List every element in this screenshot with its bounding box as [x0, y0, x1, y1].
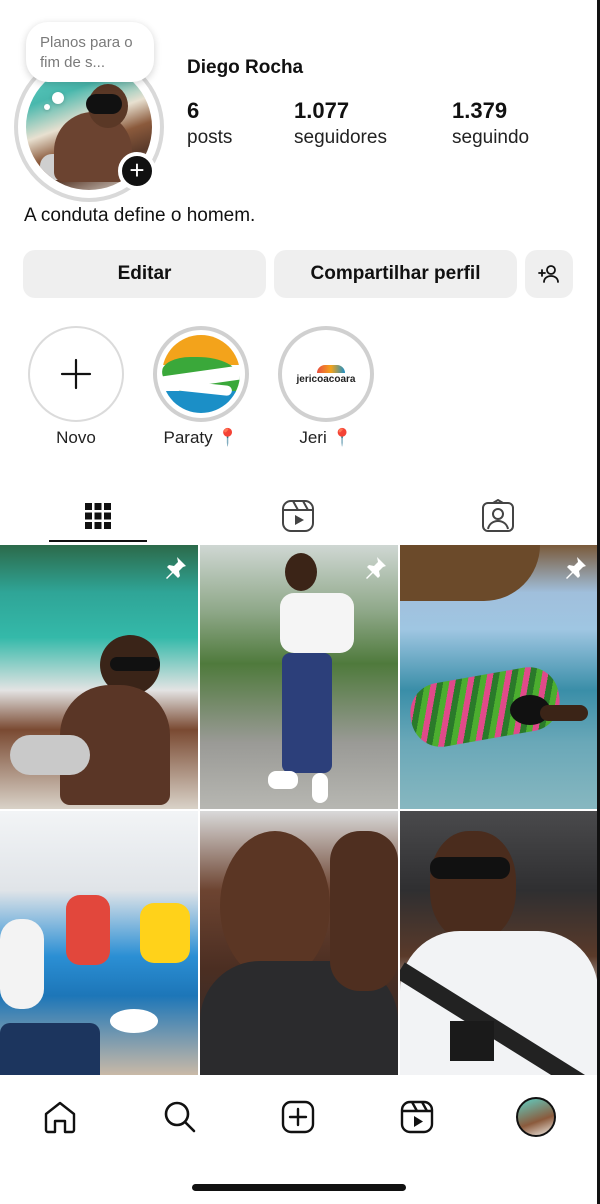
profile-header: + Planos para o fim de s... Diego Rocha … [0, 0, 600, 202]
tagged-icon [482, 499, 514, 532]
stat-followers[interactable]: 1.077 seguidores [294, 98, 387, 149]
tab-tagged[interactable] [449, 488, 547, 544]
pin-icon [166, 557, 186, 579]
followers-count: 1.077 [294, 98, 350, 123]
highlight-new[interactable]: Novo [26, 326, 126, 448]
plus-icon: + [129, 155, 145, 185]
reels-icon [282, 500, 314, 532]
nav-reels[interactable] [392, 1092, 442, 1142]
jeri-logo-text: jericoacoara [296, 373, 356, 385]
tab-reels[interactable] [249, 488, 347, 544]
post-thumbnail[interactable] [200, 811, 398, 1075]
profile-note[interactable]: Planos para o fim de s... [26, 22, 154, 82]
pin-icon [366, 557, 386, 579]
paraty-logo [162, 335, 240, 413]
posts-count: 6 [187, 98, 200, 123]
post-thumbnail[interactable] [400, 545, 598, 809]
reels-icon [400, 1100, 434, 1134]
following-count: 1.379 [452, 98, 508, 123]
nav-home[interactable] [35, 1092, 85, 1142]
post-thumbnail[interactable] [0, 545, 198, 809]
highlight-label: Jeri 📍 [299, 428, 353, 447]
post-thumbnail[interactable] [400, 811, 598, 1075]
discover-people-button[interactable] [525, 250, 573, 298]
bottom-navigation [0, 1078, 600, 1154]
highlight-label: Novo [56, 428, 96, 447]
add-person-icon [538, 265, 559, 283]
highlight-label: Paraty 📍 [163, 428, 239, 447]
note-bubble-tail [52, 92, 64, 104]
highlight-paraty[interactable]: Paraty 📍 [151, 326, 251, 448]
note-text: Planos para o fim de s... [40, 34, 133, 71]
stat-following[interactable]: 1.379 seguindo [452, 98, 529, 149]
highlight-paraty-ring [153, 326, 249, 422]
nav-profile[interactable] [511, 1092, 561, 1142]
nav-create[interactable] [273, 1092, 323, 1142]
nav-search[interactable] [155, 1092, 205, 1142]
post-thumbnail[interactable] [200, 545, 398, 809]
following-label: seguindo [452, 127, 530, 148]
active-tab-indicator [49, 540, 147, 542]
jericoacoara-logo: jericoacoara [287, 335, 365, 413]
pin-icon [566, 557, 586, 579]
search-icon [164, 1101, 196, 1133]
create-icon [281, 1100, 315, 1134]
post-thumbnail[interactable] [0, 811, 198, 1075]
profile-bio: A conduta define o homem. [24, 205, 256, 226]
plus-icon [60, 358, 92, 390]
stat-posts[interactable]: 6 posts [187, 98, 232, 149]
highlight-jeri[interactable]: jericoacoara Jeri 📍 [276, 326, 376, 448]
add-story-button[interactable]: + [118, 152, 156, 190]
share-profile-button[interactable]: Compartilhar perfil [274, 250, 517, 298]
posts-label: posts [187, 127, 233, 148]
tab-grid[interactable] [49, 488, 147, 544]
highlight-jeri-ring: jericoacoara [278, 326, 374, 422]
edit-profile-button[interactable]: Editar [23, 250, 266, 298]
profile-tabs [0, 488, 600, 544]
home-icon [44, 1101, 76, 1134]
followers-label: seguidores [294, 127, 387, 148]
home-indicator [192, 1184, 406, 1191]
username: Diego Rocha [187, 57, 304, 78]
avatar [516, 1097, 556, 1137]
note-bubble-tail-small [44, 104, 50, 110]
highlight-new-ring [28, 326, 124, 422]
grid-icon [85, 503, 111, 529]
